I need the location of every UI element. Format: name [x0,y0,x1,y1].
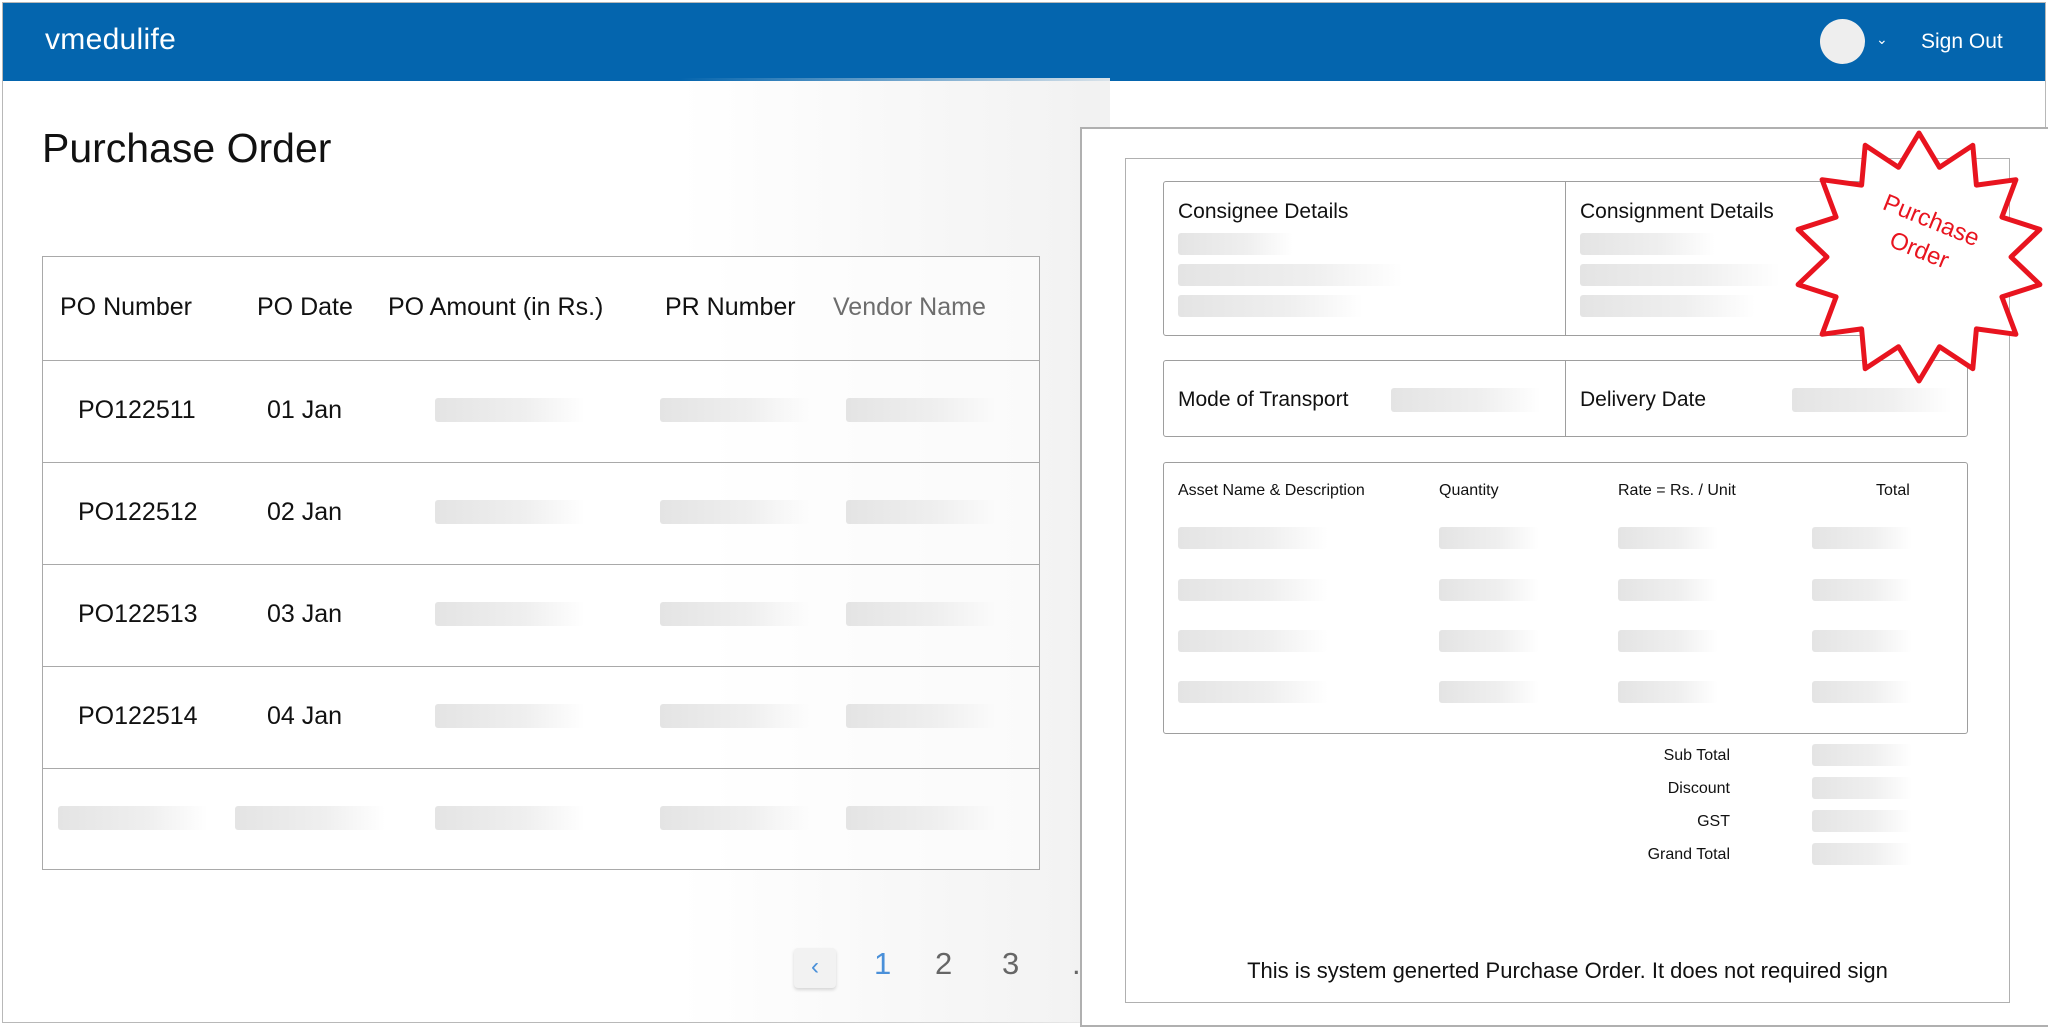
divider [1565,360,1566,437]
po-amount-placeholder [435,704,585,728]
table-header-row: PO Number PO Date PO Amount (in Rs.) PR … [43,257,1039,361]
pr-number-placeholder [660,704,810,728]
item-placeholder [1618,630,1718,652]
quantity-header: Quantity [1439,482,1499,499]
page-link-3[interactable]: 3 [1002,946,1019,982]
vendor-name-placeholder [846,500,996,524]
po-date-cell: 03 Jan [267,600,343,628]
grand-total-placeholder [1812,843,1912,865]
item-placeholder [1812,681,1912,703]
chevron-left-icon[interactable]: ‹ [794,948,836,988]
po-amount-placeholder [435,398,585,422]
vendor-name-placeholder [846,806,996,830]
sub-total-placeholder [1812,744,1912,766]
po-number-cell[interactable]: PO122511 [78,396,196,425]
vendor-name-placeholder [846,602,996,626]
delivery-date-label: Delivery Date [1580,388,1707,411]
discount-label: Discount [1667,780,1730,797]
consignment-placeholder [1580,295,1755,317]
gst-label: GST [1697,813,1730,830]
sub-total-label: Sub Total [1663,747,1730,764]
item-placeholder [1439,579,1539,601]
po-amount-placeholder [435,602,585,626]
gst-placeholder [1812,810,1912,832]
page-link-2[interactable]: 2 [935,946,952,982]
column-header-po-amount[interactable]: PO Amount (in Rs.) [388,293,603,322]
po-date-cell: 04 Jan [267,702,343,730]
mode-of-transport-label: Mode of Transport [1178,388,1349,411]
transport-placeholder [1391,388,1541,412]
item-placeholder [1812,527,1912,549]
table-row[interactable]: PO122511 01 Jan [43,360,1039,463]
discount-placeholder [1812,777,1912,799]
table-row-loading [43,768,1039,870]
item-placeholder [1178,681,1328,703]
item-placeholder [1439,630,1539,652]
vendor-name-placeholder [846,704,996,728]
po-date-placeholder [235,806,385,830]
rate-header: Rate = Rs. / Unit [1618,482,1736,499]
pr-number-placeholder [660,806,810,830]
consignee-placeholder [1178,233,1293,255]
brand-logo[interactable]: vmedulife [45,23,176,57]
po-amount-placeholder [435,500,585,524]
column-header-pr-number[interactable]: PR Number [665,293,796,322]
user-avatar[interactable] [1820,19,1865,64]
po-amount-placeholder [435,806,585,830]
consignee-details-label: Consignee Details [1178,200,1349,223]
item-placeholder [1618,579,1718,601]
vendor-name-placeholder [846,398,996,422]
column-header-po-date[interactable]: PO Date [257,293,353,322]
consignment-placeholder [1580,264,1780,286]
grand-total-label: Grand Total [1647,846,1730,863]
purchase-order-table: PO Number PO Date PO Amount (in Rs.) PR … [42,256,1040,870]
consignment-placeholder [1580,233,1715,255]
item-placeholder [1439,681,1539,703]
sign-out-link[interactable]: Sign Out [1921,30,2003,54]
consignee-placeholder [1178,295,1363,317]
pr-number-placeholder [660,602,810,626]
top-navbar: vmedulife ⌄ Sign Out [3,3,2045,81]
consignee-placeholder [1178,264,1403,286]
po-date-cell: 01 Jan [267,396,343,424]
delivery-date-placeholder [1792,388,1952,412]
item-placeholder [1178,579,1328,601]
chevron-down-icon[interactable]: ⌄ [1876,31,1888,48]
item-placeholder [1812,630,1912,652]
page-title: Purchase Order [42,125,332,171]
total-header: Total [1876,482,1910,499]
table-row[interactable]: PO122512 02 Jan [43,462,1039,565]
item-placeholder [1439,527,1539,549]
item-placeholder [1618,681,1718,703]
po-number-placeholder [58,806,208,830]
pr-number-placeholder [660,500,810,524]
pr-number-placeholder [660,398,810,422]
consignment-details-label: Consignment Details [1580,200,1774,223]
table-row[interactable]: PO122514 04 Jan [43,666,1039,769]
page-link-1[interactable]: 1 [874,946,891,982]
po-number-cell[interactable]: PO122512 [78,498,198,527]
divider [1565,181,1566,336]
po-number-cell[interactable]: PO122514 [78,702,198,731]
column-header-vendor-name[interactable]: Vendor Name [833,293,986,322]
item-placeholder [1812,579,1912,601]
system-generated-note: This is system generted Purchase Order. … [1247,958,1888,983]
table-row[interactable]: PO122513 03 Jan [43,564,1039,667]
column-header-po-number[interactable]: PO Number [60,293,192,322]
item-placeholder [1618,527,1718,549]
item-placeholder [1178,527,1328,549]
item-placeholder [1178,630,1328,652]
asset-name-header: Asset Name & Description [1178,482,1365,499]
po-date-cell: 02 Jan [267,498,343,526]
po-number-cell[interactable]: PO122513 [78,600,198,629]
